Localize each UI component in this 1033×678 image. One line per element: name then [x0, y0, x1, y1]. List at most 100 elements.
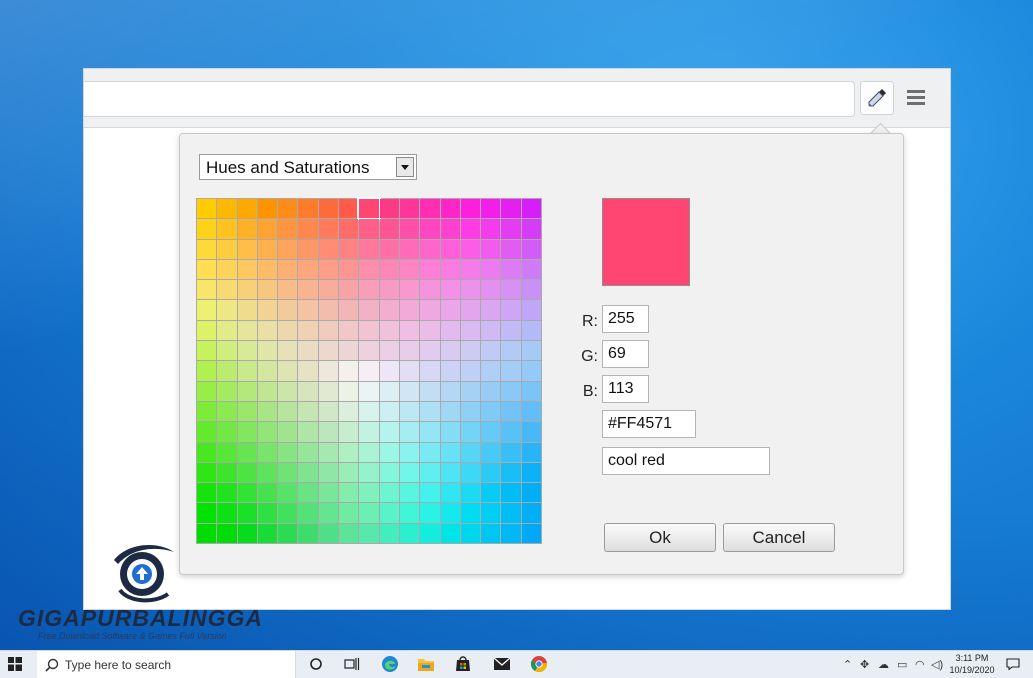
color-swatch[interactable]: [501, 300, 521, 320]
color-swatch[interactable]: [420, 199, 440, 219]
color-swatch[interactable]: [298, 381, 318, 401]
color-swatch[interactable]: [257, 422, 278, 442]
color-swatch[interactable]: [481, 320, 501, 341]
color-swatch[interactable]: [521, 483, 541, 503]
color-name-field[interactable]: cool red: [602, 447, 770, 475]
color-swatch[interactable]: [440, 199, 460, 219]
color-swatch[interactable]: [501, 259, 521, 280]
color-swatch[interactable]: [440, 300, 460, 320]
color-swatch[interactable]: [460, 259, 481, 280]
color-swatch[interactable]: [379, 219, 399, 239]
color-swatch[interactable]: [379, 483, 399, 503]
color-swatch[interactable]: [298, 199, 318, 219]
color-swatch[interactable]: [399, 280, 420, 300]
color-swatch[interactable]: [359, 320, 379, 341]
color-swatch[interactable]: [501, 199, 521, 219]
notification-icon[interactable]: [1006, 658, 1020, 670]
color-swatch[interactable]: [440, 381, 460, 401]
color-swatch[interactable]: [257, 259, 278, 280]
color-swatch[interactable]: [318, 503, 339, 523]
color-swatch[interactable]: [217, 361, 237, 381]
color-swatch[interactable]: [217, 259, 237, 280]
color-swatch[interactable]: [460, 401, 481, 422]
color-swatch[interactable]: [278, 280, 298, 300]
color-swatch[interactable]: [521, 219, 541, 239]
color-swatch[interactable]: [237, 280, 257, 300]
color-swatch[interactable]: [217, 320, 237, 341]
color-swatch[interactable]: [359, 341, 379, 361]
color-swatch[interactable]: [217, 462, 237, 483]
color-swatch[interactable]: [318, 523, 339, 543]
color-swatch[interactable]: [318, 442, 339, 462]
color-swatch[interactable]: [481, 199, 501, 219]
color-swatch[interactable]: [440, 442, 460, 462]
color-swatch[interactable]: [521, 259, 541, 280]
color-swatch[interactable]: [440, 523, 460, 543]
color-swatch[interactable]: [481, 401, 501, 422]
taskbar-clock[interactable]: 3:11 PM 10/19/2020: [948, 652, 996, 676]
onedrive-tray-icon[interactable]: ☁: [878, 658, 889, 671]
color-swatch[interactable]: [298, 341, 318, 361]
color-swatch[interactable]: [460, 239, 481, 259]
color-swatch[interactable]: [298, 300, 318, 320]
color-swatch[interactable]: [237, 259, 257, 280]
color-swatch[interactable]: [298, 523, 318, 543]
windows-start-icon[interactable]: [8, 657, 22, 671]
store-taskbar-button[interactable]: [453, 654, 473, 674]
color-swatch[interactable]: [359, 381, 379, 401]
color-swatch[interactable]: [460, 199, 481, 219]
menu-button[interactable]: [900, 81, 932, 113]
color-swatch[interactable]: [237, 483, 257, 503]
color-swatch[interactable]: [359, 280, 379, 300]
color-swatch[interactable]: [237, 401, 257, 422]
color-swatch[interactable]: [420, 320, 440, 341]
color-swatch[interactable]: [339, 300, 359, 320]
color-swatch[interactable]: [420, 300, 440, 320]
color-swatch[interactable]: [501, 361, 521, 381]
color-swatch[interactable]: [440, 483, 460, 503]
color-swatch[interactable]: [440, 401, 460, 422]
color-swatch[interactable]: [481, 422, 501, 442]
color-swatch[interactable]: [399, 239, 420, 259]
palette-select[interactable]: Hues and Saturations: [199, 154, 417, 180]
color-swatch[interactable]: [278, 320, 298, 341]
tray-expand-icon[interactable]: ⌃: [843, 658, 852, 671]
color-swatch[interactable]: [237, 320, 257, 341]
color-swatch[interactable]: [420, 483, 440, 503]
color-swatch[interactable]: [197, 199, 217, 219]
color-swatch[interactable]: [278, 483, 298, 503]
color-swatch[interactable]: [521, 401, 541, 422]
color-swatch[interactable]: [257, 199, 278, 219]
color-swatch[interactable]: [257, 320, 278, 341]
color-swatch[interactable]: [481, 361, 501, 381]
color-swatch[interactable]: [399, 381, 420, 401]
battery-tray-icon[interactable]: ▭: [897, 658, 907, 671]
color-swatch[interactable]: [521, 280, 541, 300]
color-swatch[interactable]: [399, 300, 420, 320]
color-swatch[interactable]: [501, 422, 521, 442]
color-swatch[interactable]: [440, 341, 460, 361]
color-swatch[interactable]: [197, 239, 217, 259]
color-swatch[interactable]: [521, 523, 541, 543]
color-swatch[interactable]: [501, 462, 521, 483]
explorer-taskbar-button[interactable]: [416, 654, 436, 674]
color-swatch[interactable]: [217, 401, 237, 422]
color-swatch[interactable]: [501, 483, 521, 503]
color-swatch[interactable]: [217, 239, 237, 259]
hex-value-field[interactable]: #FF4571: [602, 410, 696, 438]
color-swatch[interactable]: [420, 442, 440, 462]
color-swatch[interactable]: [339, 259, 359, 280]
color-swatch[interactable]: [318, 381, 339, 401]
color-swatch[interactable]: [197, 422, 217, 442]
color-swatch[interactable]: [237, 462, 257, 483]
color-swatch[interactable]: [420, 361, 440, 381]
color-swatch[interactable]: [339, 280, 359, 300]
color-swatch[interactable]: [501, 381, 521, 401]
color-swatch[interactable]: [298, 280, 318, 300]
color-swatch[interactable]: [440, 239, 460, 259]
color-swatch[interactable]: [420, 422, 440, 442]
color-swatch[interactable]: [359, 300, 379, 320]
color-swatch[interactable]: [217, 503, 237, 523]
dropbox-tray-icon[interactable]: ✥: [860, 658, 869, 671]
color-swatch[interactable]: [420, 280, 440, 300]
